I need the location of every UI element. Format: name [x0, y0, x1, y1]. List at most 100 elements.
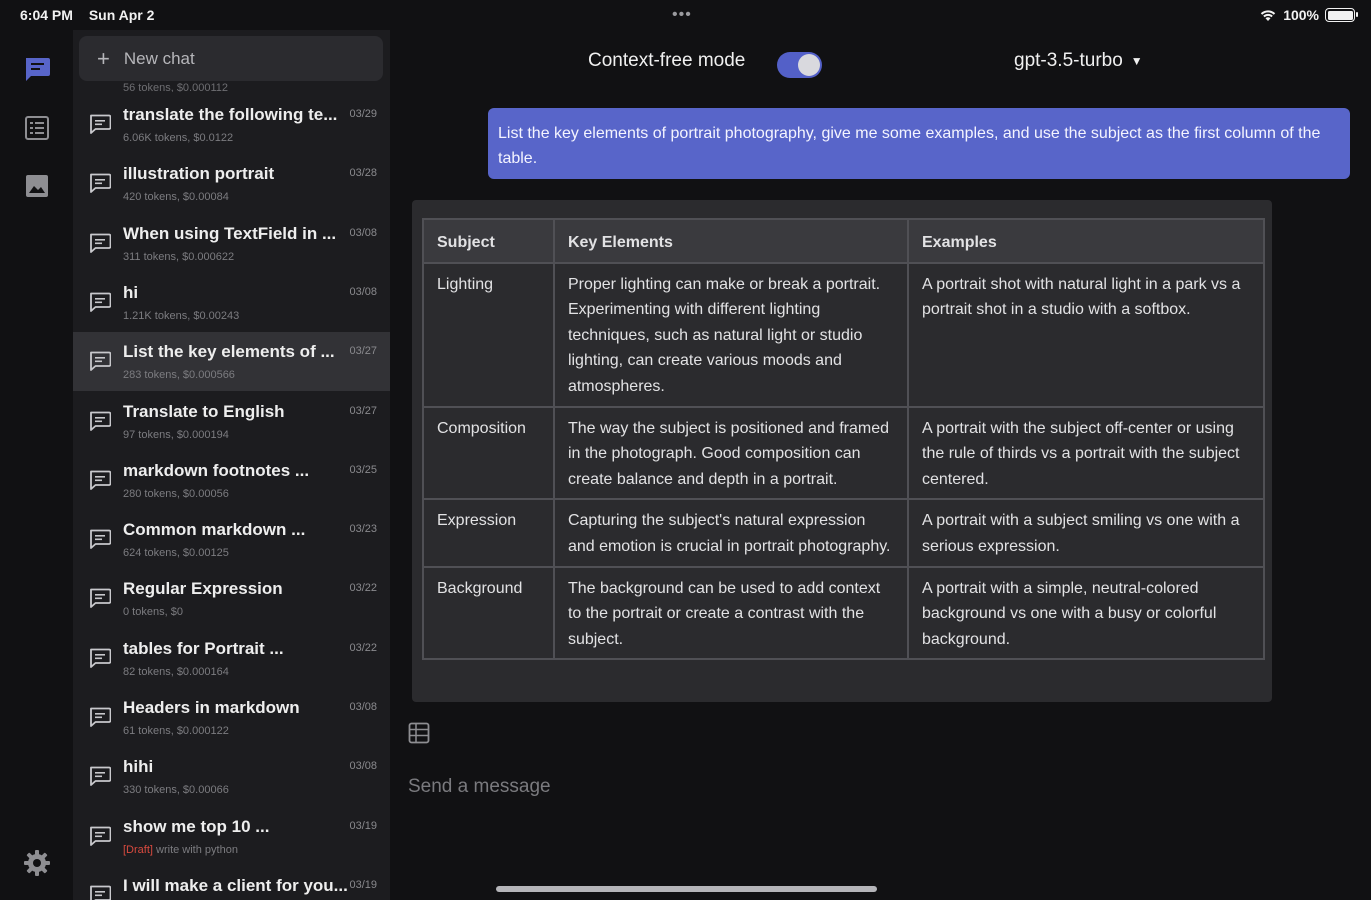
conversation-meta: 0 tokens, $0	[123, 606, 183, 618]
conversation-date: 03/22	[349, 582, 377, 595]
conversation-title: hi	[123, 282, 139, 302]
conversation-title: show me top 10 ...	[123, 816, 270, 836]
conversation-meta-text: 1.21K tokens, $0.00243	[123, 309, 240, 322]
table-icon[interactable]	[408, 722, 430, 744]
conversation-meta-text: 0 tokens, $0	[123, 606, 183, 619]
conversation-item[interactable]: Headers in markdown 03/08 61 tokens, $0.00…	[73, 688, 390, 747]
new-chat-button[interactable]: + New chat	[79, 36, 383, 81]
table-cell: A portrait shot with natural light in a …	[907, 261, 1265, 408]
conversation-meta-text: 330 tokens, $0.00066	[123, 784, 229, 797]
conversation-meta: 82 tokens, $0.000164	[123, 666, 229, 678]
conversation-meta: [Draft] write with python	[123, 844, 238, 856]
chat-bubble-icon	[89, 470, 112, 495]
new-chat-label: New chat	[123, 48, 195, 68]
conversation-meta-text: 624 tokens, $0.00125	[123, 547, 229, 560]
table-header-cell: Subject	[422, 218, 555, 264]
chat-bubble-icon	[89, 885, 112, 900]
conversation-item[interactable]: show me top 10 ... 03/19 [Draft] write wit…	[73, 807, 390, 866]
status-date: Sun Apr 2	[88, 7, 155, 23]
conversation-item[interactable]: When using TextField in ... 03/08 311 toke…	[73, 214, 390, 273]
conversation-title: I will make a client for you...	[123, 875, 348, 895]
conversation-date: 03/27	[349, 345, 377, 358]
conversation-date: 03/22	[349, 641, 377, 654]
table-cell: Proper lighting can make or break a port…	[552, 261, 910, 408]
conversation-item[interactable]: markdown footnotes ... 03/25 280 tokens, $…	[73, 451, 390, 510]
conversation-item[interactable]: Common markdown ... 03/23 624 tokens, $0.0…	[73, 510, 390, 569]
table-row: Lighting Proper lighting can make or bre…	[422, 261, 1265, 408]
chat-bubble-icon	[89, 351, 112, 376]
status-indicators: 100%	[1259, 7, 1358, 23]
table-cell: Background	[422, 565, 555, 661]
image-icon[interactable]	[22, 171, 52, 201]
chat-bubble-icon	[89, 292, 112, 317]
navigation-rail	[0, 30, 73, 900]
table-cell: Composition	[422, 405, 555, 501]
status-time: 6:04 PM	[20, 7, 73, 23]
table-row: Background The background can be used to…	[422, 565, 1265, 661]
conversation-date: 03/08	[349, 226, 377, 239]
conversation-title: Common markdown ...	[123, 520, 306, 540]
chat-bubble-icon	[89, 766, 112, 791]
conversation-title: hihi	[123, 757, 154, 777]
chat-main: Context-free mode gpt-3.5-turbo ▼ List t…	[390, 30, 1371, 900]
list-icon[interactable]	[22, 113, 52, 143]
conversation-meta: 1.21K tokens, $0.00243	[123, 310, 239, 322]
conversation-meta-text: 420 tokens, $0.00084	[123, 191, 229, 204]
home-indicator[interactable]	[496, 886, 877, 892]
conversation-meta: 97 tokens, $0.000194	[123, 429, 229, 441]
chat-bubble-icon[interactable]	[22, 54, 52, 84]
assistant-message: Subject Key Elements Examples Lighting P…	[412, 200, 1272, 702]
conversation-title: Translate to English	[123, 401, 285, 421]
battery-icon	[1325, 8, 1358, 22]
conversation-title: Regular Expression	[123, 579, 283, 599]
table-cell: A portrait with a subject smiling vs one…	[907, 498, 1265, 568]
conversation-date: 03/08	[349, 701, 377, 713]
chevron-down-icon: ▼	[1130, 54, 1143, 68]
plus-icon: +	[97, 45, 110, 71]
table-cell: A portrait with the subject off-center o…	[907, 405, 1265, 501]
conversation-meta-text: write with python	[156, 843, 238, 856]
table-cell: Lighting	[422, 261, 555, 408]
conversation-date: 03/28	[349, 167, 377, 180]
conversation-date: 03/27	[349, 404, 377, 417]
status-clock: 6:04 PM Sun Apr 2	[20, 7, 154, 23]
multitasking-dots[interactable]: •••	[672, 6, 692, 24]
conversation-item[interactable]: Regular Expression 03/22 0 tokens, $0	[73, 569, 390, 628]
message-input[interactable]	[408, 772, 1308, 802]
table-row: Composition The way the subject is posit…	[422, 405, 1265, 501]
conversation-date: 03/08	[349, 760, 377, 773]
conversation-item[interactable]: illustration portrait 03/28 420 tokens, $0…	[73, 154, 390, 213]
conversation-item[interactable]: hi 03/08 1.21K tokens, $0.00243	[73, 273, 390, 332]
conversation-item[interactable]: Translate to English 03/27 97 tokens, $0.0…	[73, 392, 390, 451]
gear-icon[interactable]	[22, 848, 52, 878]
context-free-mode-label: Context-free mode	[588, 50, 746, 71]
conversation-item[interactable]: I will make a client for you... 03/19	[73, 866, 390, 900]
conversation-item[interactable]: List the key elements of ... 03/27 283 tok…	[73, 332, 390, 392]
conversation-meta-text: 82 tokens, $0.000164	[123, 665, 229, 678]
chat-bubble-icon	[89, 173, 112, 198]
conversation-title: Headers in markdown	[123, 698, 300, 717]
model-selector[interactable]: gpt-3.5-turbo ▼	[1014, 50, 1143, 72]
chat-bubble-icon	[89, 826, 112, 851]
conversation-title: translate the following te...	[123, 105, 338, 124]
conversation-date: 03/29	[349, 108, 377, 120]
conversation-item[interactable]: hihi 03/08 330 tokens, $0.00066	[73, 747, 390, 806]
chat-bubble-icon	[89, 411, 112, 436]
status-bar: 6:04 PM Sun Apr 2 ••• 100%	[0, 0, 1371, 30]
conversation-title: markdown footnotes ...	[123, 460, 310, 480]
conversation-meta: 624 tokens, $0.00125	[123, 547, 229, 559]
conversation-sidebar: 56 tokens, $0.000112 translate the follo…	[73, 30, 390, 900]
wifi-icon	[1260, 10, 1276, 21]
context-free-mode-toggle[interactable]	[777, 52, 822, 78]
composer	[390, 702, 1371, 900]
conversation-item[interactable]: translate the following te... 03/29 6.06K …	[73, 95, 390, 154]
table-header-cell: Examples	[907, 218, 1265, 264]
conversation-item[interactable]: tables for Portrait ... 03/22 82 tokens, $…	[73, 629, 390, 688]
battery-percent: 100%	[1283, 7, 1319, 23]
table-cell: Capturing the subject's natural expressi…	[552, 498, 910, 568]
draft-badge: [Draft]	[123, 843, 153, 856]
conversation-title: tables for Portrait ...	[123, 638, 284, 658]
conversation-meta-text: 97 tokens, $0.000194	[123, 428, 229, 441]
table-cell: The way the subject is positioned and fr…	[552, 405, 910, 501]
toggle-knob	[798, 54, 820, 76]
